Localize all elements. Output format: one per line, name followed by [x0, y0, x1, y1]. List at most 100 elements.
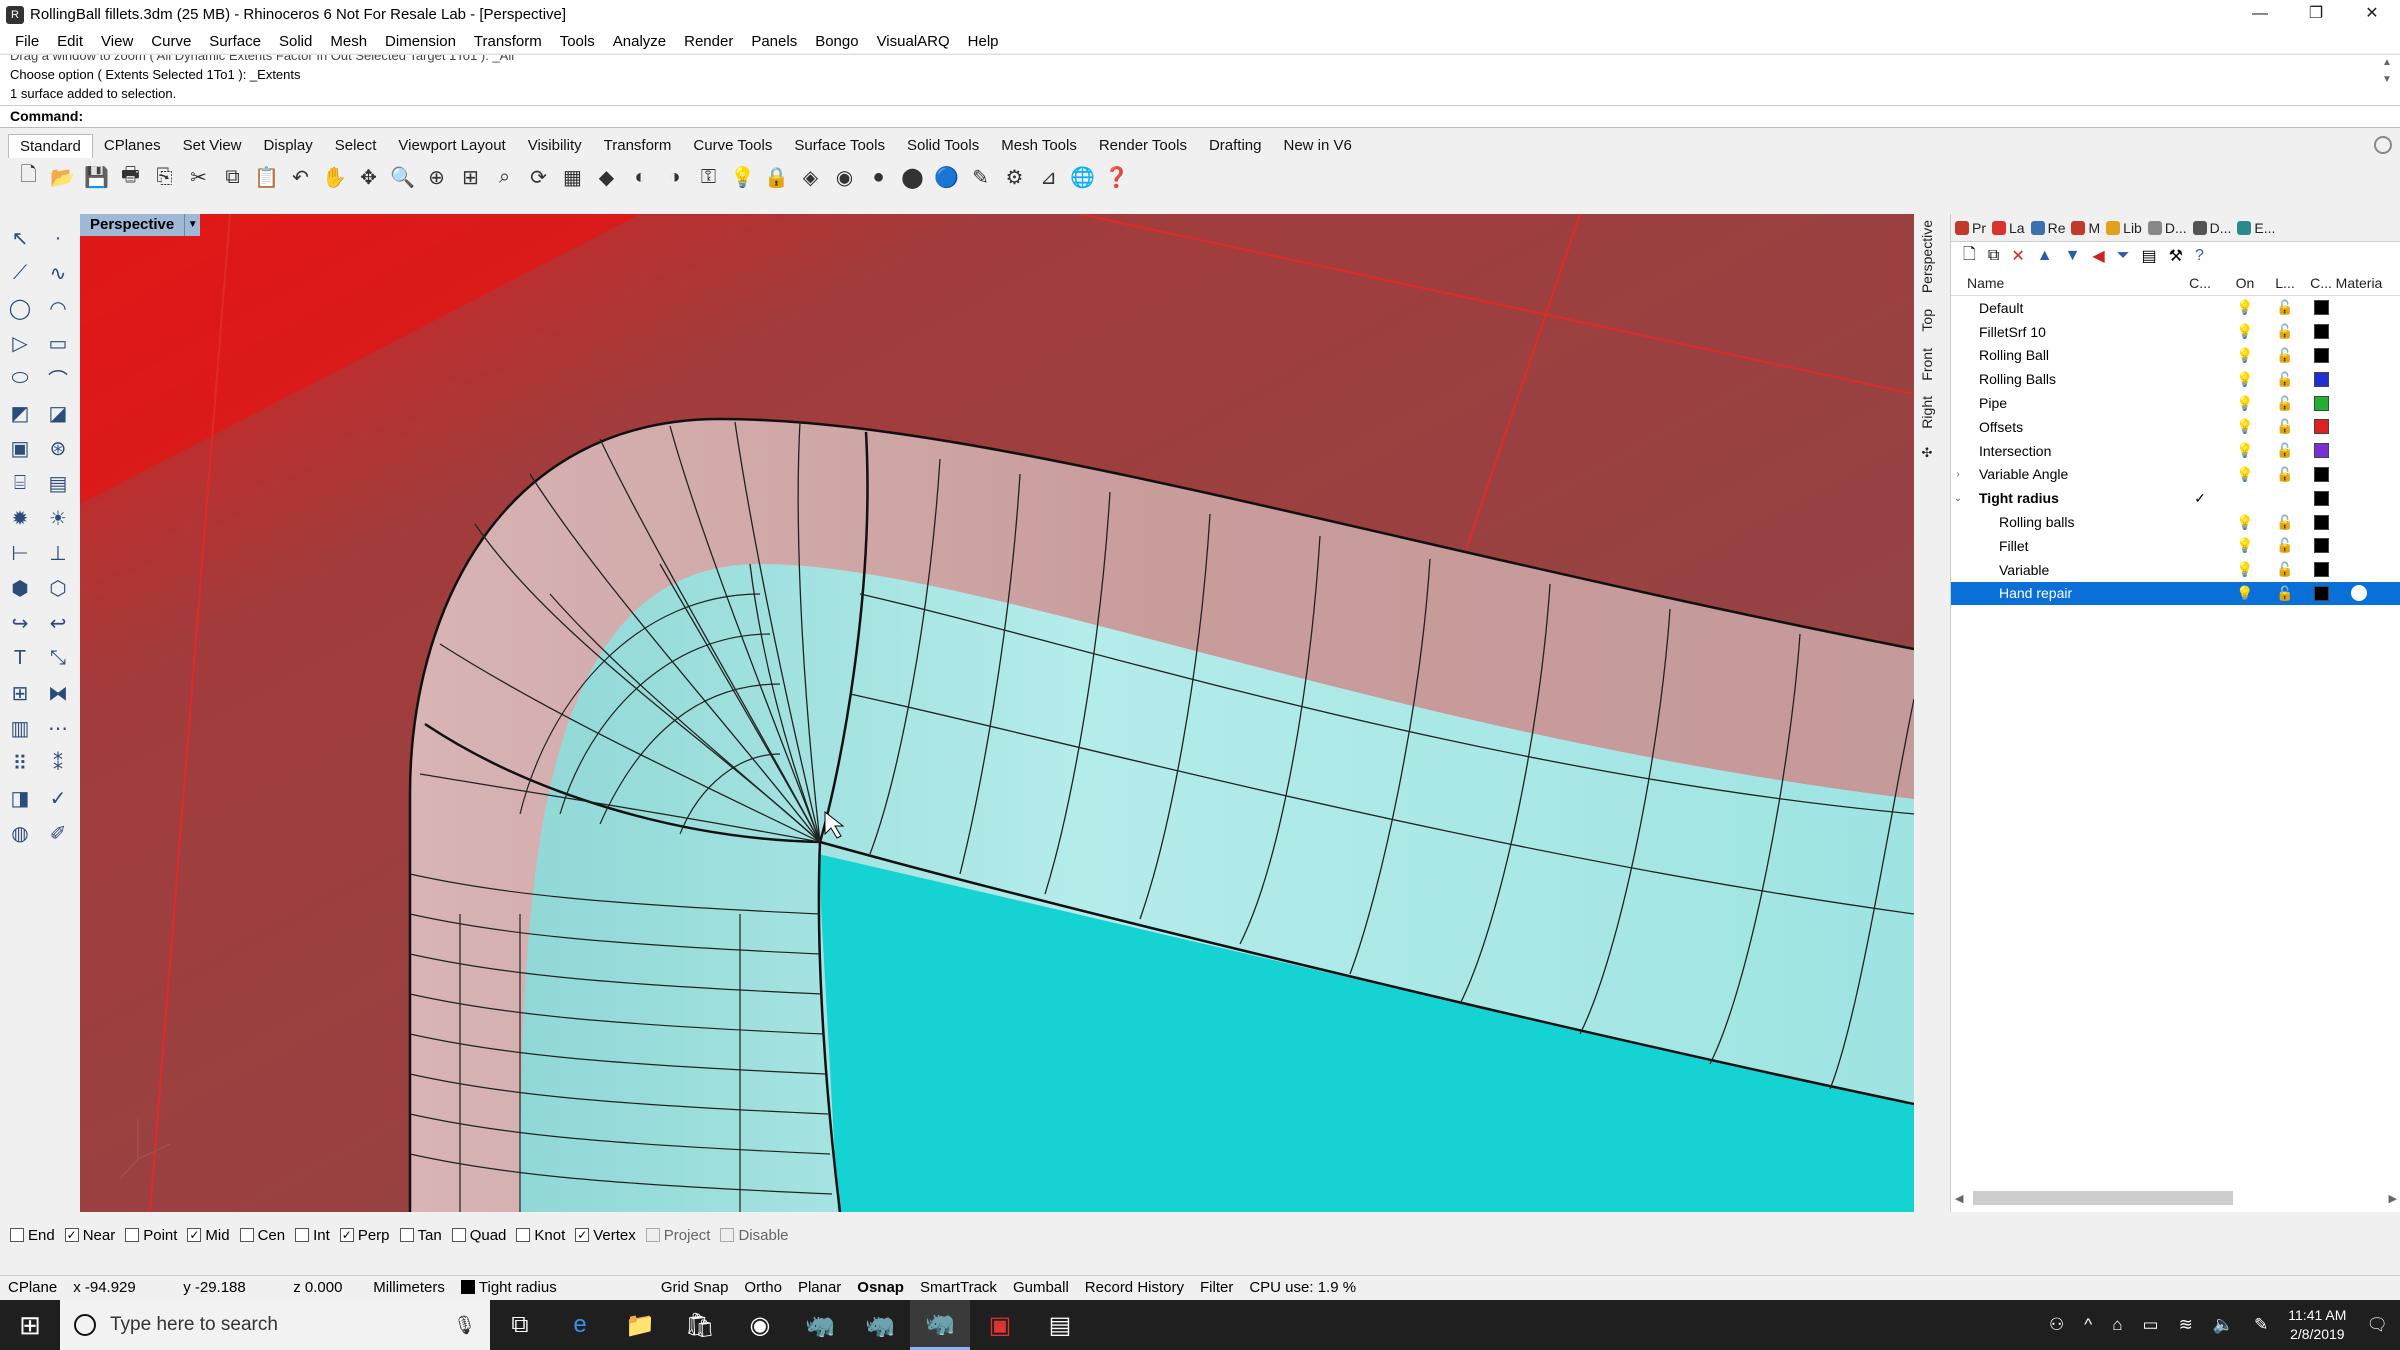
layer-color[interactable] [2305, 443, 2337, 459]
point-icon[interactable]: · [42, 222, 74, 254]
layer-name[interactable]: Hand repair [1965, 585, 2175, 601]
menu-edit[interactable]: Edit [48, 33, 92, 50]
export-icon[interactable]: ⎘ [150, 163, 179, 192]
grid-array-icon[interactable]: ⠿ [4, 747, 36, 779]
layer-name[interactable]: Tight radius [1965, 490, 2175, 506]
tab-mesh-tools[interactable]: Mesh Tools [990, 134, 1088, 158]
tab-cplanes[interactable]: CPlanes [93, 134, 172, 158]
unlock-icon[interactable]: 🔓 [2265, 466, 2305, 483]
lightbulb-icon[interactable]: 💡 [2225, 561, 2265, 578]
grid-snap-toggle[interactable]: Grid Snap [653, 1279, 737, 1296]
viewport-tab-right[interactable]: Right [1919, 390, 1935, 435]
panel-tab-5[interactable]: D... [2147, 220, 2187, 236]
viewport-tab-top[interactable]: Top [1919, 303, 1935, 338]
move-up-icon[interactable]: ▲ [2037, 247, 2053, 265]
osnap-disable[interactable]: Disable [720, 1227, 789, 1244]
checkbox[interactable]: ✓ [187, 1228, 202, 1242]
cylinder-icon[interactable]: ⌸ [4, 467, 36, 499]
ellipse-icon[interactable]: ⬭ [4, 362, 36, 394]
lightbulb-icon[interactable]: 💡 [2225, 299, 2265, 316]
unlock-icon[interactable]: 🔓 [2265, 585, 2305, 602]
notifications-icon[interactable]: 🗨 [2366, 1315, 2388, 1335]
filter-toggle[interactable]: Filter [1192, 1279, 1241, 1296]
move-down-icon[interactable]: ▼ [2065, 247, 2081, 265]
status-cplane[interactable]: CPlane [0, 1279, 65, 1296]
lightbulb-icon[interactable]: 💡 [2225, 347, 2265, 364]
rotate-view-icon[interactable]: ⟳ [524, 163, 553, 192]
panel-tab-7[interactable]: E... [2237, 220, 2275, 236]
col-on[interactable]: On [2225, 275, 2265, 291]
layer-name[interactable]: Rolling Balls [1965, 371, 2175, 387]
polygon-icon[interactable]: ▷ [4, 327, 36, 359]
chevron-down-icon[interactable]: ▼ [184, 214, 201, 236]
osnap-near[interactable]: ✓ Near [64, 1227, 115, 1244]
layer-color[interactable] [2305, 347, 2337, 363]
cut-icon[interactable]: ✂ [184, 163, 213, 192]
layer-color[interactable] [2305, 419, 2337, 435]
layer-row[interactable]: Intersection 💡 🔓 [1951, 439, 2400, 463]
menu-analyze[interactable]: Analyze [604, 33, 675, 50]
layer-row[interactable]: Pipe 💡 🔓 [1951, 391, 2400, 415]
tab-set-view[interactable]: Set View [172, 134, 253, 158]
new-sublayer-icon[interactable]: ⧉ [1988, 247, 1999, 265]
windows-start-icon[interactable]: ⊞ [0, 1300, 60, 1350]
pan-icon[interactable]: ✋ [320, 163, 349, 192]
checkbox[interactable] [10, 1228, 24, 1242]
task-view-icon[interactable]: ⧉ [490, 1300, 550, 1350]
volume-icon[interactable]: 🔈 [2213, 1315, 2234, 1335]
snapshot-icon[interactable]: ✎ [966, 163, 995, 192]
checkbox[interactable]: ✓ [64, 1228, 79, 1242]
current-layer-check[interactable]: ✓ [2175, 490, 2225, 507]
menu-bongo[interactable]: Bongo [806, 33, 867, 50]
sphere-tool-icon[interactable]: ◍ [4, 817, 36, 849]
mesh-icon[interactable]: ▤ [42, 467, 74, 499]
show-objects-icon[interactable]: ◑ [660, 163, 689, 192]
check-icon[interactable]: ✓ [42, 782, 74, 814]
menu-transform[interactable]: Transform [465, 33, 551, 50]
osnap-point[interactable]: Point [125, 1227, 177, 1244]
zoom-window-icon[interactable]: ⊕ [422, 163, 451, 192]
box-icon[interactable]: ▣ [4, 432, 36, 464]
restore-icon[interactable]: ❐ [2288, 0, 2344, 29]
panel-tab-6[interactable]: D... [2192, 220, 2231, 236]
layer-row[interactable]: Rolling Ball 💡 🔓 [1951, 344, 2400, 368]
render-icon[interactable]: 🔵 [932, 163, 961, 192]
copy-icon[interactable]: ⧉ [218, 163, 247, 192]
lightbulb-icon[interactable]: 💡 [2225, 466, 2265, 483]
tab-surface-tools[interactable]: Surface Tools [783, 134, 896, 158]
lightbulb-icon[interactable]: 💡 [2225, 442, 2265, 459]
menu-tools[interactable]: Tools [551, 33, 604, 50]
pen-icon[interactable]: ✎ [2254, 1315, 2268, 1335]
menu-surface[interactable]: Surface [200, 33, 270, 50]
lightbulb-icon[interactable]: 💡 [2225, 418, 2265, 435]
rhino6-icon[interactable]: 🦏 [910, 1300, 970, 1350]
minimize-icon[interactable]: — [2232, 0, 2288, 29]
checkbox[interactable]: ✓ [575, 1228, 590, 1242]
osnap-toggle[interactable]: Osnap [849, 1279, 912, 1296]
hide-objects-icon[interactable]: ◐ [626, 163, 655, 192]
text-icon[interactable]: T [4, 642, 36, 674]
menu-visualarq[interactable]: VisualARQ [868, 33, 959, 50]
menu-panels[interactable]: Panels [742, 33, 806, 50]
tab-select[interactable]: Select [324, 134, 388, 158]
checkbox[interactable] [516, 1228, 531, 1242]
paint-icon[interactable]: ✐ [42, 817, 74, 849]
dimension-icon[interactable]: ⊿ [1034, 163, 1063, 192]
layer-row[interactable]: Rolling Balls 💡 🔓 [1951, 367, 2400, 391]
unlock-icon[interactable]: 🔓 [2265, 537, 2305, 554]
layer-color[interactable] [2305, 538, 2337, 554]
unlock-icon[interactable]: 🔓 [2265, 561, 2305, 578]
color-wheel-icon[interactable]: ◉ [830, 163, 859, 192]
viewport-label[interactable]: Perspective ▼ [80, 214, 201, 236]
new-layer-icon[interactable]: 🗋 [1963, 243, 1976, 270]
col-name[interactable]: Name [1965, 275, 2175, 291]
record-history-toggle[interactable]: Record History [1077, 1279, 1192, 1296]
material-swatch[interactable] [2337, 585, 2381, 602]
layer-row[interactable]: Fillet 💡 🔓 [1951, 534, 2400, 558]
curve-icon[interactable]: ∿ [42, 257, 74, 289]
close-icon[interactable]: ✕ [2344, 0, 2400, 29]
smarttrack-toggle[interactable]: SmartTrack [912, 1279, 1005, 1296]
expand-icon[interactable]: ⌄ [1951, 493, 1965, 504]
layer-color[interactable] [2305, 490, 2337, 506]
osnap-tan[interactable]: Tan [399, 1227, 442, 1244]
